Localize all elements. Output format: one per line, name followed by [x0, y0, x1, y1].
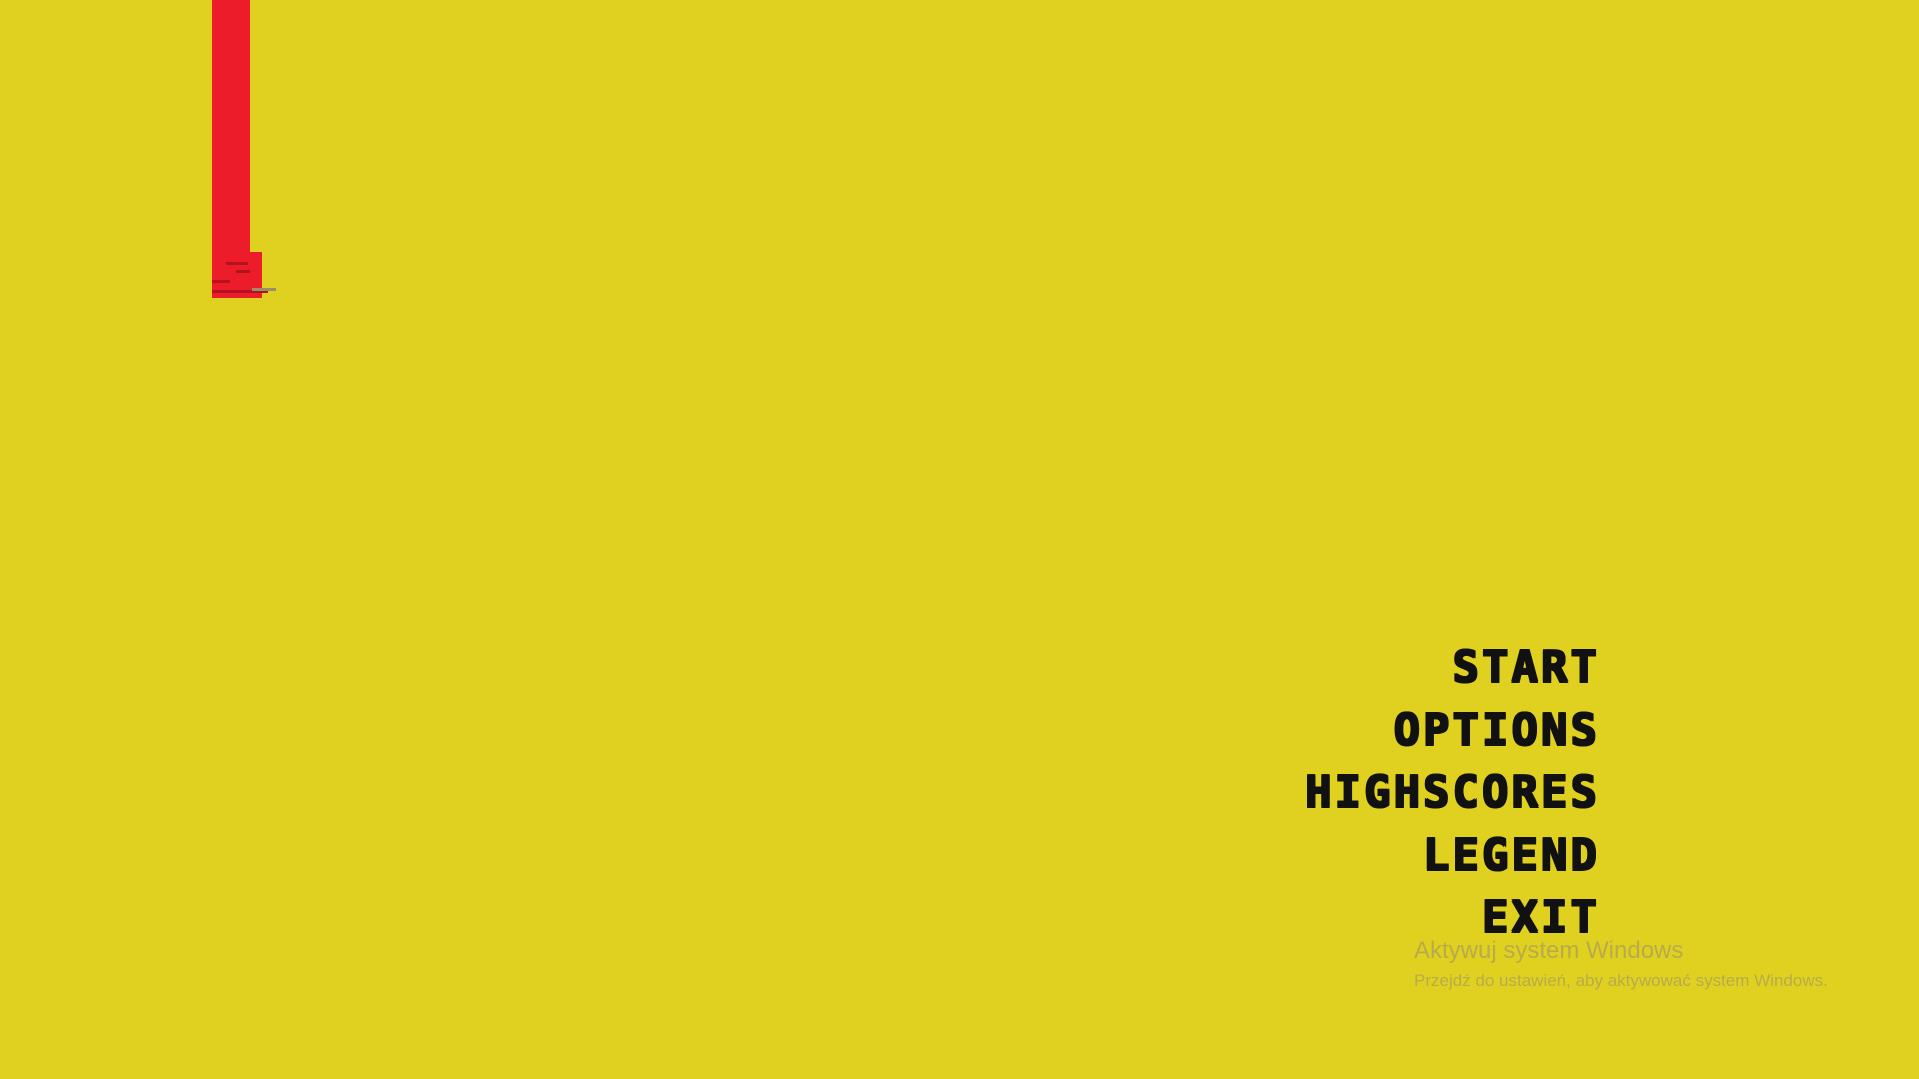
tip-highlight [252, 288, 276, 291]
watermark-subtitle: Przejdź do ustawień, aby aktywować syste… [1414, 971, 1828, 990]
menu-highscores-button[interactable]: HIGHSCORES [1304, 761, 1599, 824]
menu-start-button[interactable]: START [1452, 636, 1599, 699]
windows-activation-watermark: Aktywuj system Windows Przejdź do ustawi… [1414, 935, 1894, 993]
game-screen: START OPTIONS HIGHSCORES LEGEND EXIT Akt… [0, 0, 1919, 1079]
tip-shadow-line [226, 262, 248, 265]
menu-options-button[interactable]: OPTIONS [1393, 699, 1599, 762]
tip-shadow-line [212, 280, 230, 283]
menu-legend-button[interactable]: LEGEND [1422, 824, 1599, 887]
tip-shadow-line [236, 270, 250, 273]
main-menu: START OPTIONS HIGHSCORES LEGEND EXIT [1219, 636, 1599, 949]
watermark-title: Aktywuj system Windows [1414, 937, 1684, 964]
red-hanging-bar [212, 0, 250, 255]
red-bar-tip-sprite [212, 252, 276, 300]
